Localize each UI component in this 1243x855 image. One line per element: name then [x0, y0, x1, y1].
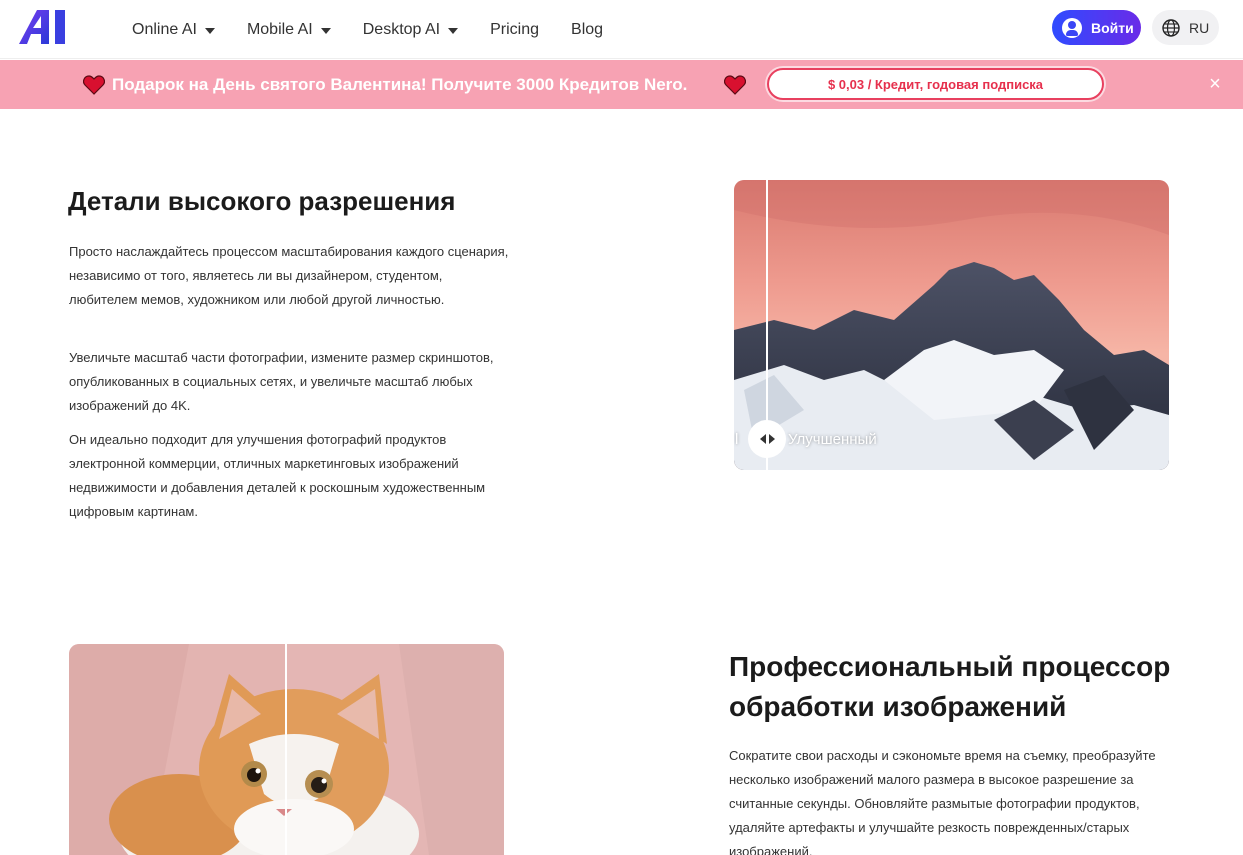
nav-desktop-ai-label: Desktop AI [362, 20, 441, 38]
close-icon[interactable]: × [1205, 74, 1225, 94]
section-title-high-res: Детали высокого разрешения [68, 186, 456, 216]
language-label: RU [1189, 19, 1210, 36]
nav-mobile-ai-label: Mobile AI [246, 20, 313, 38]
arrow-left-icon [759, 434, 766, 444]
login-label: Войти [1091, 19, 1134, 36]
section-paragraph: Увеличьте масштаб части фотографии, изме… [69, 350, 494, 413]
comparison-original-label: l [735, 431, 739, 448]
logo-icon[interactable] [19, 10, 71, 44]
chevron-down-icon [320, 27, 331, 34]
login-button[interactable]: Войти [1052, 10, 1141, 45]
nav-desktop-ai[interactable]: Desktop AI [362, 20, 459, 39]
mountain-comparison-image[interactable]: l Улучшенный [734, 180, 1169, 470]
section-title-pro-processor: Профессиональный процессор обработки изо… [729, 651, 1171, 722]
nav-blog[interactable]: Blog [571, 21, 603, 39]
heart-icon [83, 75, 105, 95]
site-header: Online AI Mobile AI Desktop AI Pricing B… [0, 0, 1243, 59]
nav-online-ai-label: Online AI [132, 20, 197, 38]
nav-mobile-ai[interactable]: Mobile AI [247, 21, 331, 39]
main-nav: Online AI Mobile AI Desktop AI Pricing B… [132, 0, 635, 59]
nav-online-ai[interactable]: Online AI [132, 21, 215, 39]
kitten-comparison-image[interactable] [69, 644, 504, 855]
chevron-down-icon [448, 27, 459, 34]
promo-subscribe-button[interactable]: $ 0,03 / Кредит, годовая подписка [767, 68, 1104, 100]
promo-text: Подарок на День святого Валентина! Получ… [112, 75, 688, 94]
user-icon [1062, 17, 1082, 38]
nav-pricing-label: Pricing [490, 20, 540, 38]
comparison-slider-line[interactable] [285, 644, 287, 855]
heart-icon [724, 75, 746, 95]
comparison-enhanced-label: Улучшенный [788, 431, 877, 448]
chevron-down-icon [204, 27, 215, 34]
comparison-slider-handle[interactable] [748, 420, 786, 458]
mountain-image [734, 180, 1169, 470]
globe-icon [1162, 18, 1180, 37]
section-paragraph: Он идеально подходит для улучшения фотог… [69, 432, 486, 519]
nav-pricing[interactable]: Pricing [490, 21, 539, 39]
nav-blog-label: Blog [571, 20, 604, 38]
arrow-right-icon [768, 434, 775, 444]
section-paragraph: Просто наслаждайтесь процессом масштабир… [69, 244, 509, 307]
language-selector[interactable]: RU [1152, 10, 1219, 45]
section-paragraph: Сократите свои расходы и сэкономьте врем… [729, 748, 1156, 855]
